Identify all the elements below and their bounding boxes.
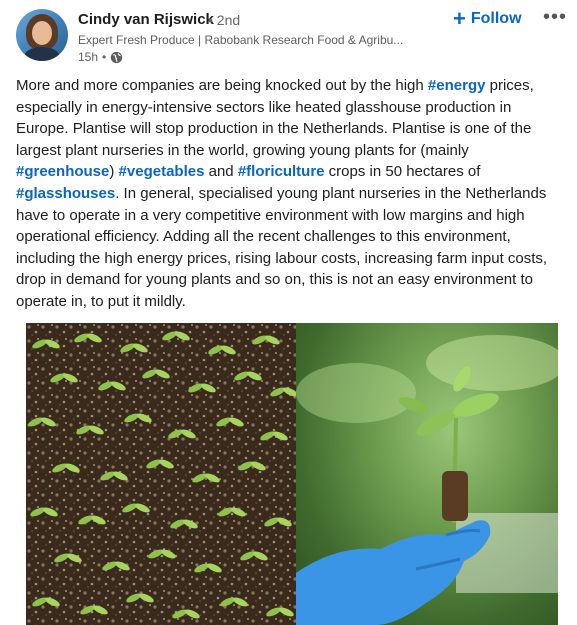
seedlings-illustration <box>26 323 296 625</box>
post-text-segment: ) <box>109 163 119 181</box>
post-text-segment: . In general, specialised young plant nu… <box>16 184 548 310</box>
post-time: 15h <box>78 50 99 64</box>
post-image[interactable] <box>26 323 558 625</box>
hashtag-floriculture[interactable]: #floriculture <box>238 163 325 180</box>
hashtag-vegetables[interactable]: #vegetables <box>119 163 205 180</box>
ellipsis-icon[interactable]: ••• <box>543 6 567 29</box>
avatar-shirt <box>24 47 60 61</box>
avatar-face <box>32 21 52 45</box>
author-name[interactable]: Cindy van Rijswick <box>78 11 214 28</box>
follow-button[interactable]: + Follow <box>453 8 522 30</box>
connection-degree: • 2nd <box>208 12 241 28</box>
author-avatar[interactable] <box>16 9 68 61</box>
post-text-segment: More and more companies are being knocke… <box>16 77 428 94</box>
plus-icon: + <box>453 6 466 31</box>
gloved-hand-seedling-image <box>296 323 558 625</box>
hashtag-greenhouse[interactable]: #greenhouse <box>16 163 109 180</box>
hashtag-glasshouses[interactable]: #glasshouses <box>16 185 115 202</box>
gloved-hand-illustration <box>296 335 558 625</box>
follow-label: Follow <box>470 10 522 27</box>
post-body: More and more companies are being knocke… <box>16 75 564 313</box>
post-meta: 15h • <box>78 50 123 64</box>
post-text-segment: crops in 50 hectares of <box>324 163 481 181</box>
post-text-segment: and <box>204 163 238 181</box>
hashtag-energy[interactable]: #energy <box>428 77 486 94</box>
post-header: Cindy van Rijswick • 2nd Expert Fresh Pr… <box>0 0 577 70</box>
author-headline[interactable]: Expert Fresh Produce | Rabobank Research… <box>78 33 403 47</box>
seedlings-tray-image <box>26 323 296 625</box>
meta-separator: • <box>102 50 107 64</box>
globe-icon <box>111 51 123 63</box>
